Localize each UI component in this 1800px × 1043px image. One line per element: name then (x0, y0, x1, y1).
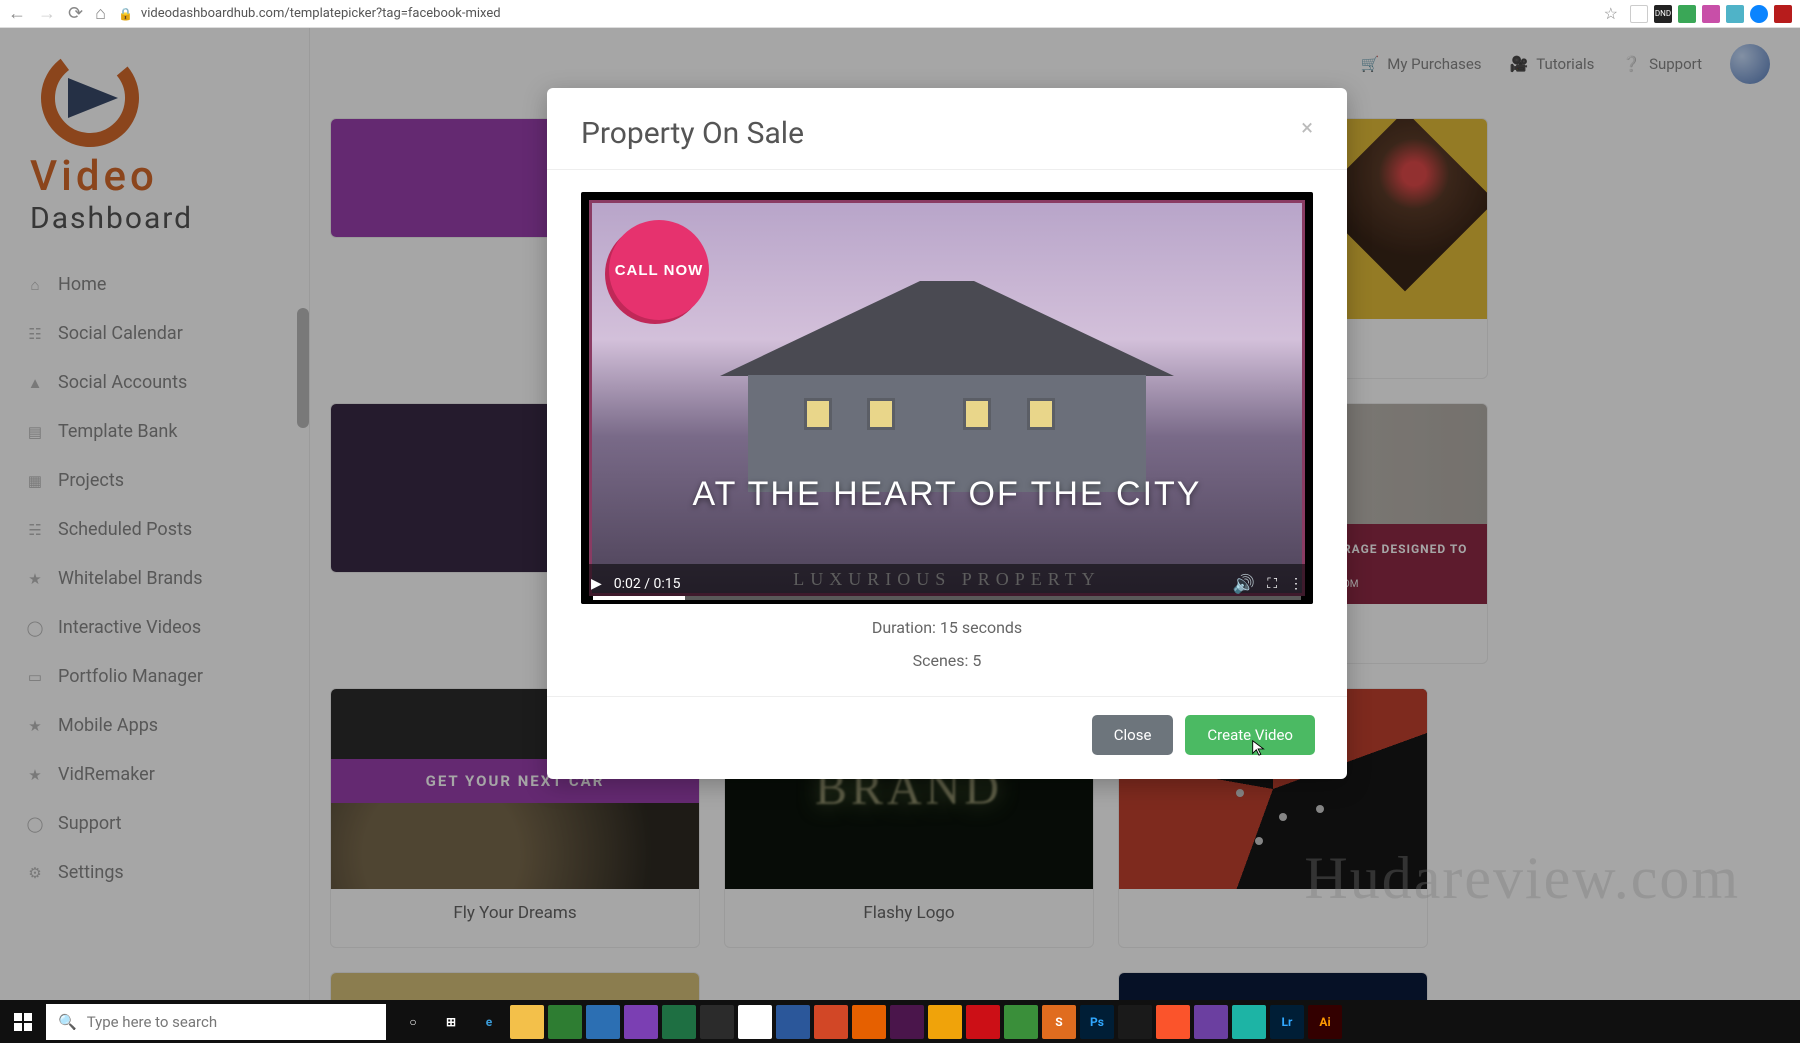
slack-icon[interactable] (890, 1005, 924, 1039)
app-window: Video Dashboard ⌂Home☷Social Calendar▲So… (0, 28, 1800, 1043)
taskbar: 🔍 Type here to search ○⊞e SPs LrAi (0, 1000, 1800, 1043)
powerpoint-icon[interactable] (814, 1005, 848, 1039)
lock-icon: 🔒 (118, 7, 133, 21)
address-bar[interactable]: 🔒 videodashboardhub.com/templatepicker?t… (118, 6, 1592, 21)
teal-icon[interactable] (1232, 1005, 1266, 1039)
cortana-icon[interactable]: ○ (396, 1005, 430, 1039)
opera-icon[interactable] (966, 1005, 1000, 1039)
url-text: videodashboardhub.com/templatepicker?tag… (141, 6, 501, 21)
onenote-icon[interactable] (624, 1005, 658, 1039)
windows-start-icon[interactable] (0, 1000, 46, 1043)
call-now-badge: CALL NOW (609, 220, 709, 320)
chrome-icon[interactable] (738, 1005, 772, 1039)
forward-icon[interactable]: → (38, 3, 56, 24)
home-browser-icon[interactable]: ⌂ (95, 3, 106, 24)
ext-icon[interactable] (1630, 5, 1648, 23)
ext-dnd-icon[interactable]: DND (1654, 5, 1672, 23)
ext-icon[interactable] (1750, 5, 1768, 23)
search-placeholder: Type here to search (87, 1013, 217, 1031)
fullscreen-icon[interactable]: ⛶ (1267, 576, 1277, 592)
firefox-icon[interactable] (852, 1005, 886, 1039)
back-icon[interactable]: ← (8, 3, 26, 24)
ext-icon[interactable] (1702, 5, 1720, 23)
video-progress[interactable] (593, 596, 1301, 600)
browser-chrome: ← → ⟳ ⌂ 🔒 videodashboardhub.com/template… (0, 0, 1800, 28)
more-icon[interactable]: ⋮ (1289, 576, 1303, 592)
video-preview[interactable]: CALL NOW AT THE HEART OF THE CITY LUXURI… (581, 192, 1313, 604)
modal-title: Property On Sale (581, 116, 804, 151)
video-headline: AT THE HEART OF THE CITY (581, 475, 1313, 514)
lightroom-icon[interactable]: Lr (1270, 1005, 1304, 1039)
volume-icon[interactable]: 🔊 (1233, 574, 1255, 595)
purple-icon[interactable] (1194, 1005, 1228, 1039)
close-button[interactable]: Close (1092, 715, 1174, 755)
dark-icon[interactable] (1118, 1005, 1152, 1039)
create-video-button[interactable]: Create Video (1185, 715, 1315, 755)
template-duration: Duration: 15 seconds (581, 604, 1313, 641)
excel-like-icon[interactable] (548, 1005, 582, 1039)
modal-template-preview: Property On Sale × CALL NOW AT THE HEART… (547, 88, 1347, 779)
sublime-icon[interactable]: S (1042, 1005, 1076, 1039)
search-icon: 🔍 (58, 1013, 77, 1031)
globe-icon[interactable] (586, 1005, 620, 1039)
word-icon[interactable] (776, 1005, 810, 1039)
close-icon[interactable]: × (1301, 116, 1313, 151)
zip-icon[interactable] (928, 1005, 962, 1039)
taskview-icon[interactable]: ⊞ (434, 1005, 468, 1039)
bookmark-icon[interactable]: ☆ (1604, 4, 1618, 23)
brave-icon[interactable] (1156, 1005, 1190, 1039)
template-scenes: Scenes: 5 (581, 641, 1313, 674)
ext-icon[interactable] (1678, 5, 1696, 23)
taskbar-search[interactable]: 🔍 Type here to search (46, 1004, 386, 1040)
video-time: 0:02 / 0:15 (614, 576, 681, 592)
play-icon[interactable]: ▶ (591, 576, 602, 592)
photoshop-icon[interactable]: Ps (1080, 1005, 1114, 1039)
ext-icon[interactable] (1774, 5, 1792, 23)
extensions: DND (1630, 5, 1792, 23)
explorer-icon[interactable] (510, 1005, 544, 1039)
excel-icon[interactable] (662, 1005, 696, 1039)
cursor-icon (1250, 739, 1268, 757)
edge-icon[interactable]: e (472, 1005, 506, 1039)
reload-icon[interactable]: ⟳ (68, 3, 83, 24)
camtasia-icon[interactable] (1004, 1005, 1038, 1039)
illustrator-icon[interactable]: Ai (1308, 1005, 1342, 1039)
ext-icon[interactable] (1726, 5, 1744, 23)
watermark: Hudareview.com (1304, 844, 1740, 913)
calc-icon[interactable] (700, 1005, 734, 1039)
